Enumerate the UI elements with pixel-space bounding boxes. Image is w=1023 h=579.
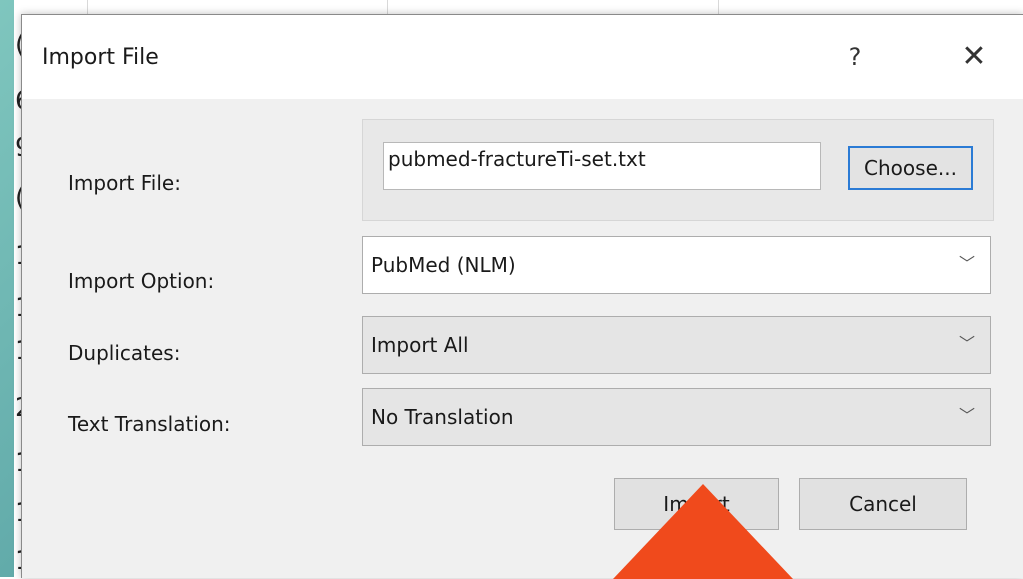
duplicates-label: Duplicates:	[68, 341, 181, 365]
close-icon[interactable]: ✕	[944, 35, 1004, 79]
text-translation-value: No Translation	[371, 405, 514, 429]
chevron-down-icon: ﹀	[958, 254, 975, 273]
dialog-titlebar: Import File ? ✕	[22, 15, 1023, 99]
import-option-value: PubMed (NLM)	[371, 253, 516, 277]
duplicates-value: Import All	[371, 333, 469, 357]
chevron-down-icon: ﹀	[958, 406, 975, 425]
duplicates-select[interactable]: Import All ﹀	[362, 316, 991, 374]
import-file-label: Import File:	[68, 171, 181, 195]
import-file-dialog: Import File ? ✕ Import File: pubmed-frac…	[21, 14, 1023, 578]
choose-button[interactable]: Choose...	[848, 146, 973, 190]
import-option-label: Import Option:	[68, 269, 215, 293]
text-translation-select[interactable]: No Translation ﹀	[362, 388, 991, 446]
cancel-button[interactable]: Cancel	[799, 478, 967, 530]
pointer-arrow-annotation	[613, 484, 793, 579]
import-file-input[interactable]: pubmed-fractureTi-set.txt	[383, 142, 821, 190]
help-icon[interactable]: ?	[825, 35, 885, 79]
import-option-select[interactable]: PubMed (NLM) ﹀	[362, 236, 991, 294]
dialog-title: Import File	[42, 45, 159, 70]
text-translation-label: Text Translation:	[68, 412, 231, 436]
chevron-down-icon: ﹀	[958, 334, 975, 353]
